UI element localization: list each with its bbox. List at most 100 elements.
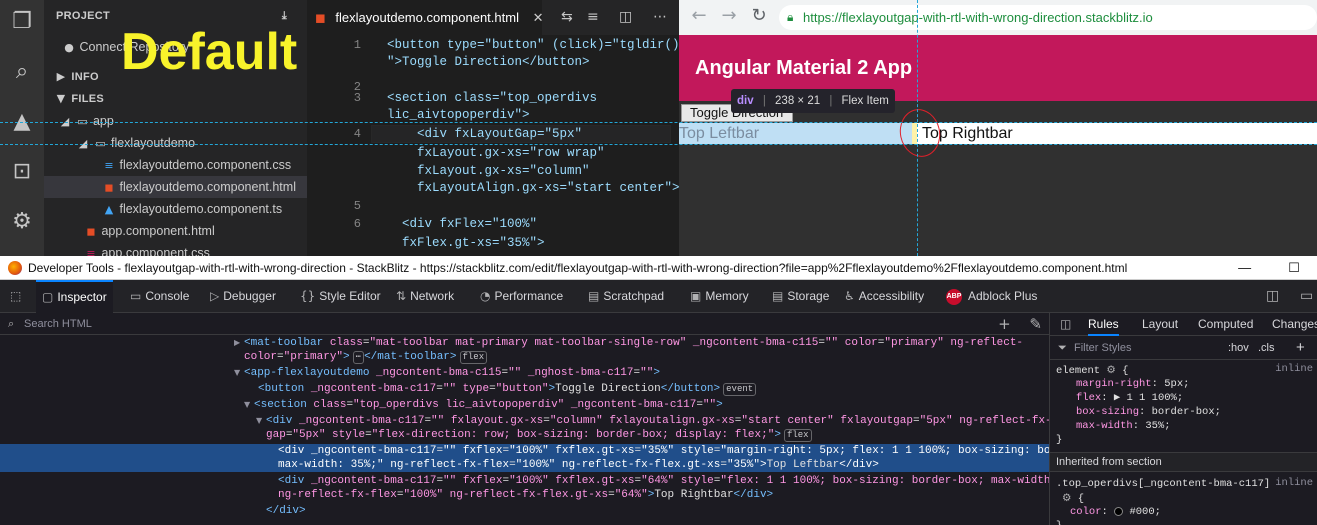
more-actions-icon[interactable]: ⋯ [653, 0, 667, 35]
markup-node-selected-cont[interactable]: max-width: 35%;" ng-reflect-fx-flex="100… [0, 458, 1049, 472]
code-line[interactable]: <div fxFlex="100%" [387, 217, 537, 231]
tab-memory[interactable]: ▣ Memory [684, 280, 755, 313]
format-icon[interactable]: ≡ [587, 0, 599, 35]
dock-side-icon[interactable]: ▭ [1300, 280, 1317, 313]
search-icon[interactable]: ⌕ [8, 58, 36, 86]
sidebar-tabs: ◫ Rules Layout Computed Changes [1050, 313, 1317, 336]
add-rule-icon[interactable]: + [1296, 336, 1305, 360]
markup-node[interactable]: <div _ngcontent-bma-c117="" fxflex="100%… [0, 474, 1049, 488]
eyedropper-icon[interactable]: ✎ [1029, 315, 1042, 333]
markup-panel[interactable]: ⌕ Search HTML + ✎ ▶ <mat-toolbar class="m… [0, 313, 1050, 525]
gear-icon[interactable]: ⚙ [1106, 364, 1115, 376]
markup-node-cont[interactable]: gap="5px" style="flex-direction: row; bo… [0, 428, 1049, 442]
rule-source[interactable]: inline [1275, 477, 1313, 489]
markup-node-selected[interactable]: <div _ngcontent-bma-c117="" fxflex="100%… [0, 444, 1049, 458]
cls-toggle[interactable]: .cls [1258, 336, 1275, 360]
gear-icon[interactable]: ⚙ [1062, 492, 1071, 504]
tree-file-app-css[interactable]: ≡ app.component.css [44, 242, 307, 256]
code-line[interactable]: fxFlex.gt-xs="35%"> [387, 236, 545, 250]
element-picker-icon[interactable]: ⬚ [10, 280, 25, 313]
minimize-icon[interactable]: — [1222, 256, 1268, 280]
code-line[interactable]: lic_aivtopoperdiv"> [387, 108, 530, 122]
editor-tab[interactable]: ◼ flexlayoutdemo.component.html ✕ [307, 0, 544, 35]
rule-prop[interactable]: color: #000; [1056, 505, 1161, 519]
hov-toggle[interactable]: :hov [1228, 336, 1249, 360]
tab-style-editor[interactable]: {} Style Editor [294, 280, 387, 313]
code-line[interactable]: fxLayout.gx-xs="column" [387, 164, 590, 178]
prop-value: ▶ 1 1 100%; [1113, 392, 1184, 404]
search-html-input[interactable]: ⌕ Search HTML + ✎ [0, 313, 1049, 335]
markup-node[interactable]: <button _ngcontent-bma-c117="" type="but… [0, 382, 1049, 396]
scratchpad-icon: ▤ [588, 289, 600, 303]
tab-adblock-plus[interactable]: ABP Adblock Plus [940, 280, 1043, 313]
github-icon: ● [64, 41, 74, 54]
back-arrow-icon[interactable]: ← [687, 4, 711, 28]
code-line[interactable]: ">Toggle Direction</button> [387, 55, 590, 69]
files-icon[interactable]: ❐ [8, 8, 36, 36]
inherited-selector[interactable]: .top_operdivs[_ngcontent-bma-c117] [1056, 477, 1270, 491]
markup-node[interactable]: ▶ <mat-toolbar class="mat-toolbar mat-pri… [0, 336, 1049, 350]
settings-gear-icon[interactable]: ⚙ [8, 208, 36, 236]
tab-console[interactable]: ▭ Console [124, 280, 195, 313]
code-line[interactable]: <button type="button" (click)="tgldir() [387, 38, 679, 52]
close-icon[interactable]: ✕ [533, 11, 544, 26]
filter-icon: ⏷ [1058, 341, 1067, 354]
adblock-plus-icon: ABP [946, 288, 962, 305]
tab-network[interactable]: ⇅ Network [390, 280, 460, 313]
tree-file-html[interactable]: ◼ flexlayoutdemo.component.html [44, 176, 307, 198]
rule-prop[interactable]: margin-right: 5px; [1056, 377, 1189, 391]
guide-line [0, 122, 1317, 123]
markup-node[interactable]: ▼ <section class="top_operdivs lic_aivtop… [0, 398, 1049, 412]
rule-prop[interactable]: max-width: 35%; [1056, 419, 1171, 433]
markup-node[interactable]: ▼ <app-flexlayoutdemo _ngcontent-bma-c115… [0, 366, 1049, 380]
markup-node[interactable]: ▼ <div _ngcontent-bma-c117="" fxlayout.gx… [0, 414, 1049, 428]
toggle-sidebar-icon[interactable]: ◫ [1060, 313, 1071, 336]
forward-arrow-icon[interactable]: → [717, 4, 741, 28]
tab-performance[interactable]: ◔ Performance [474, 280, 569, 313]
tree-folder-app[interactable]: ◢ ▭ app [44, 110, 307, 132]
tree-file-ts[interactable]: ▲ flexlayoutdemo.component.ts [44, 198, 307, 220]
rule-source[interactable]: inline [1275, 363, 1313, 375]
reload-icon[interactable]: ↻ [747, 4, 771, 28]
tab-label: Memory [705, 289, 749, 303]
devtools-toolbar: ⬚ ▢ Inspector ▭ Console ▷ Debugger {} Style Edi… [0, 280, 1317, 313]
url-field[interactable]: 🔒︎ https://flexlayoutgap-with-rtl-with-w… [779, 5, 1317, 30]
rule-prop[interactable]: box-sizing: border-box; [1056, 405, 1221, 419]
tab-inspector[interactable]: ▢ Inspector [36, 280, 113, 313]
tree-folder-flexlayoutdemo[interactable]: ◢ ▭ flexlayoutdemo [44, 132, 307, 154]
code-line[interactable]: fxLayoutAlign.gx-xs="start center"> [387, 181, 679, 195]
tab-computed[interactable]: Computed [1198, 313, 1253, 336]
code-line[interactable]: <div fxLayoutGap="5px" [387, 127, 582, 141]
markup-node-cont[interactable]: color="primary"> ⋯ </mat-toolbar> flex [0, 350, 1049, 364]
markup-node[interactable]: </div> [0, 504, 1049, 518]
files-section-toggle[interactable]: ▼ FILES [44, 88, 307, 110]
compare-icon[interactable]: ⇆ [561, 0, 573, 35]
add-node-icon[interactable]: + [998, 315, 1011, 333]
filter-styles-input[interactable]: ⏷ Filter Styles :hov .cls + [1050, 336, 1317, 360]
tab-rules[interactable]: Rules [1088, 313, 1119, 336]
tab-layout[interactable]: Layout [1142, 313, 1178, 336]
code-line[interactable]: fxLayout.gx-xs="row wrap" [387, 146, 605, 160]
code-line[interactable]: <section class="top_operdivs [387, 91, 597, 105]
tab-storage[interactable]: ▤ Storage [766, 280, 835, 313]
extensions-icon[interactable]: ⊡ [8, 158, 36, 186]
markup-node-cont[interactable]: ng-reflect-fx-flex="100%" ng-reflect-fx-… [0, 488, 1049, 502]
rule-selector[interactable]: element ⚙ { [1056, 363, 1128, 377]
tab-label: Debugger [223, 289, 276, 303]
maximize-icon[interactable]: ☐ [1271, 256, 1317, 280]
tab-accessibility[interactable]: ♿ Accessibility [838, 280, 930, 313]
tree-file-css[interactable]: ≡ flexlayoutdemo.component.css [44, 154, 307, 176]
flex-row: Top Leftbar Top Rightbar [679, 123, 1317, 144]
tree-file-app-html[interactable]: ◼ app.component.html [44, 220, 307, 242]
split-editor-icon[interactable]: ◫ [619, 0, 632, 35]
tab-scratchpad[interactable]: ▤ Scratchpad [582, 280, 670, 313]
dock-icon[interactable]: ◫ [1266, 280, 1283, 313]
color-swatch-icon[interactable] [1114, 506, 1124, 516]
prop-name: max-width [1076, 420, 1133, 432]
tab-label: Performance [494, 289, 564, 303]
rule-prop[interactable]: flex: ▶ 1 1 100%; [1056, 391, 1183, 405]
tab-debugger[interactable]: ▷ Debugger [204, 280, 282, 313]
code-editor[interactable]: ◼ flexlayoutdemo.component.html ✕ ⇆ ≡ ◫ … [307, 0, 679, 256]
tab-changes[interactable]: Changes [1272, 313, 1317, 336]
inspector-tooltip: div | 238 × 21 | Flex Item [731, 89, 895, 113]
